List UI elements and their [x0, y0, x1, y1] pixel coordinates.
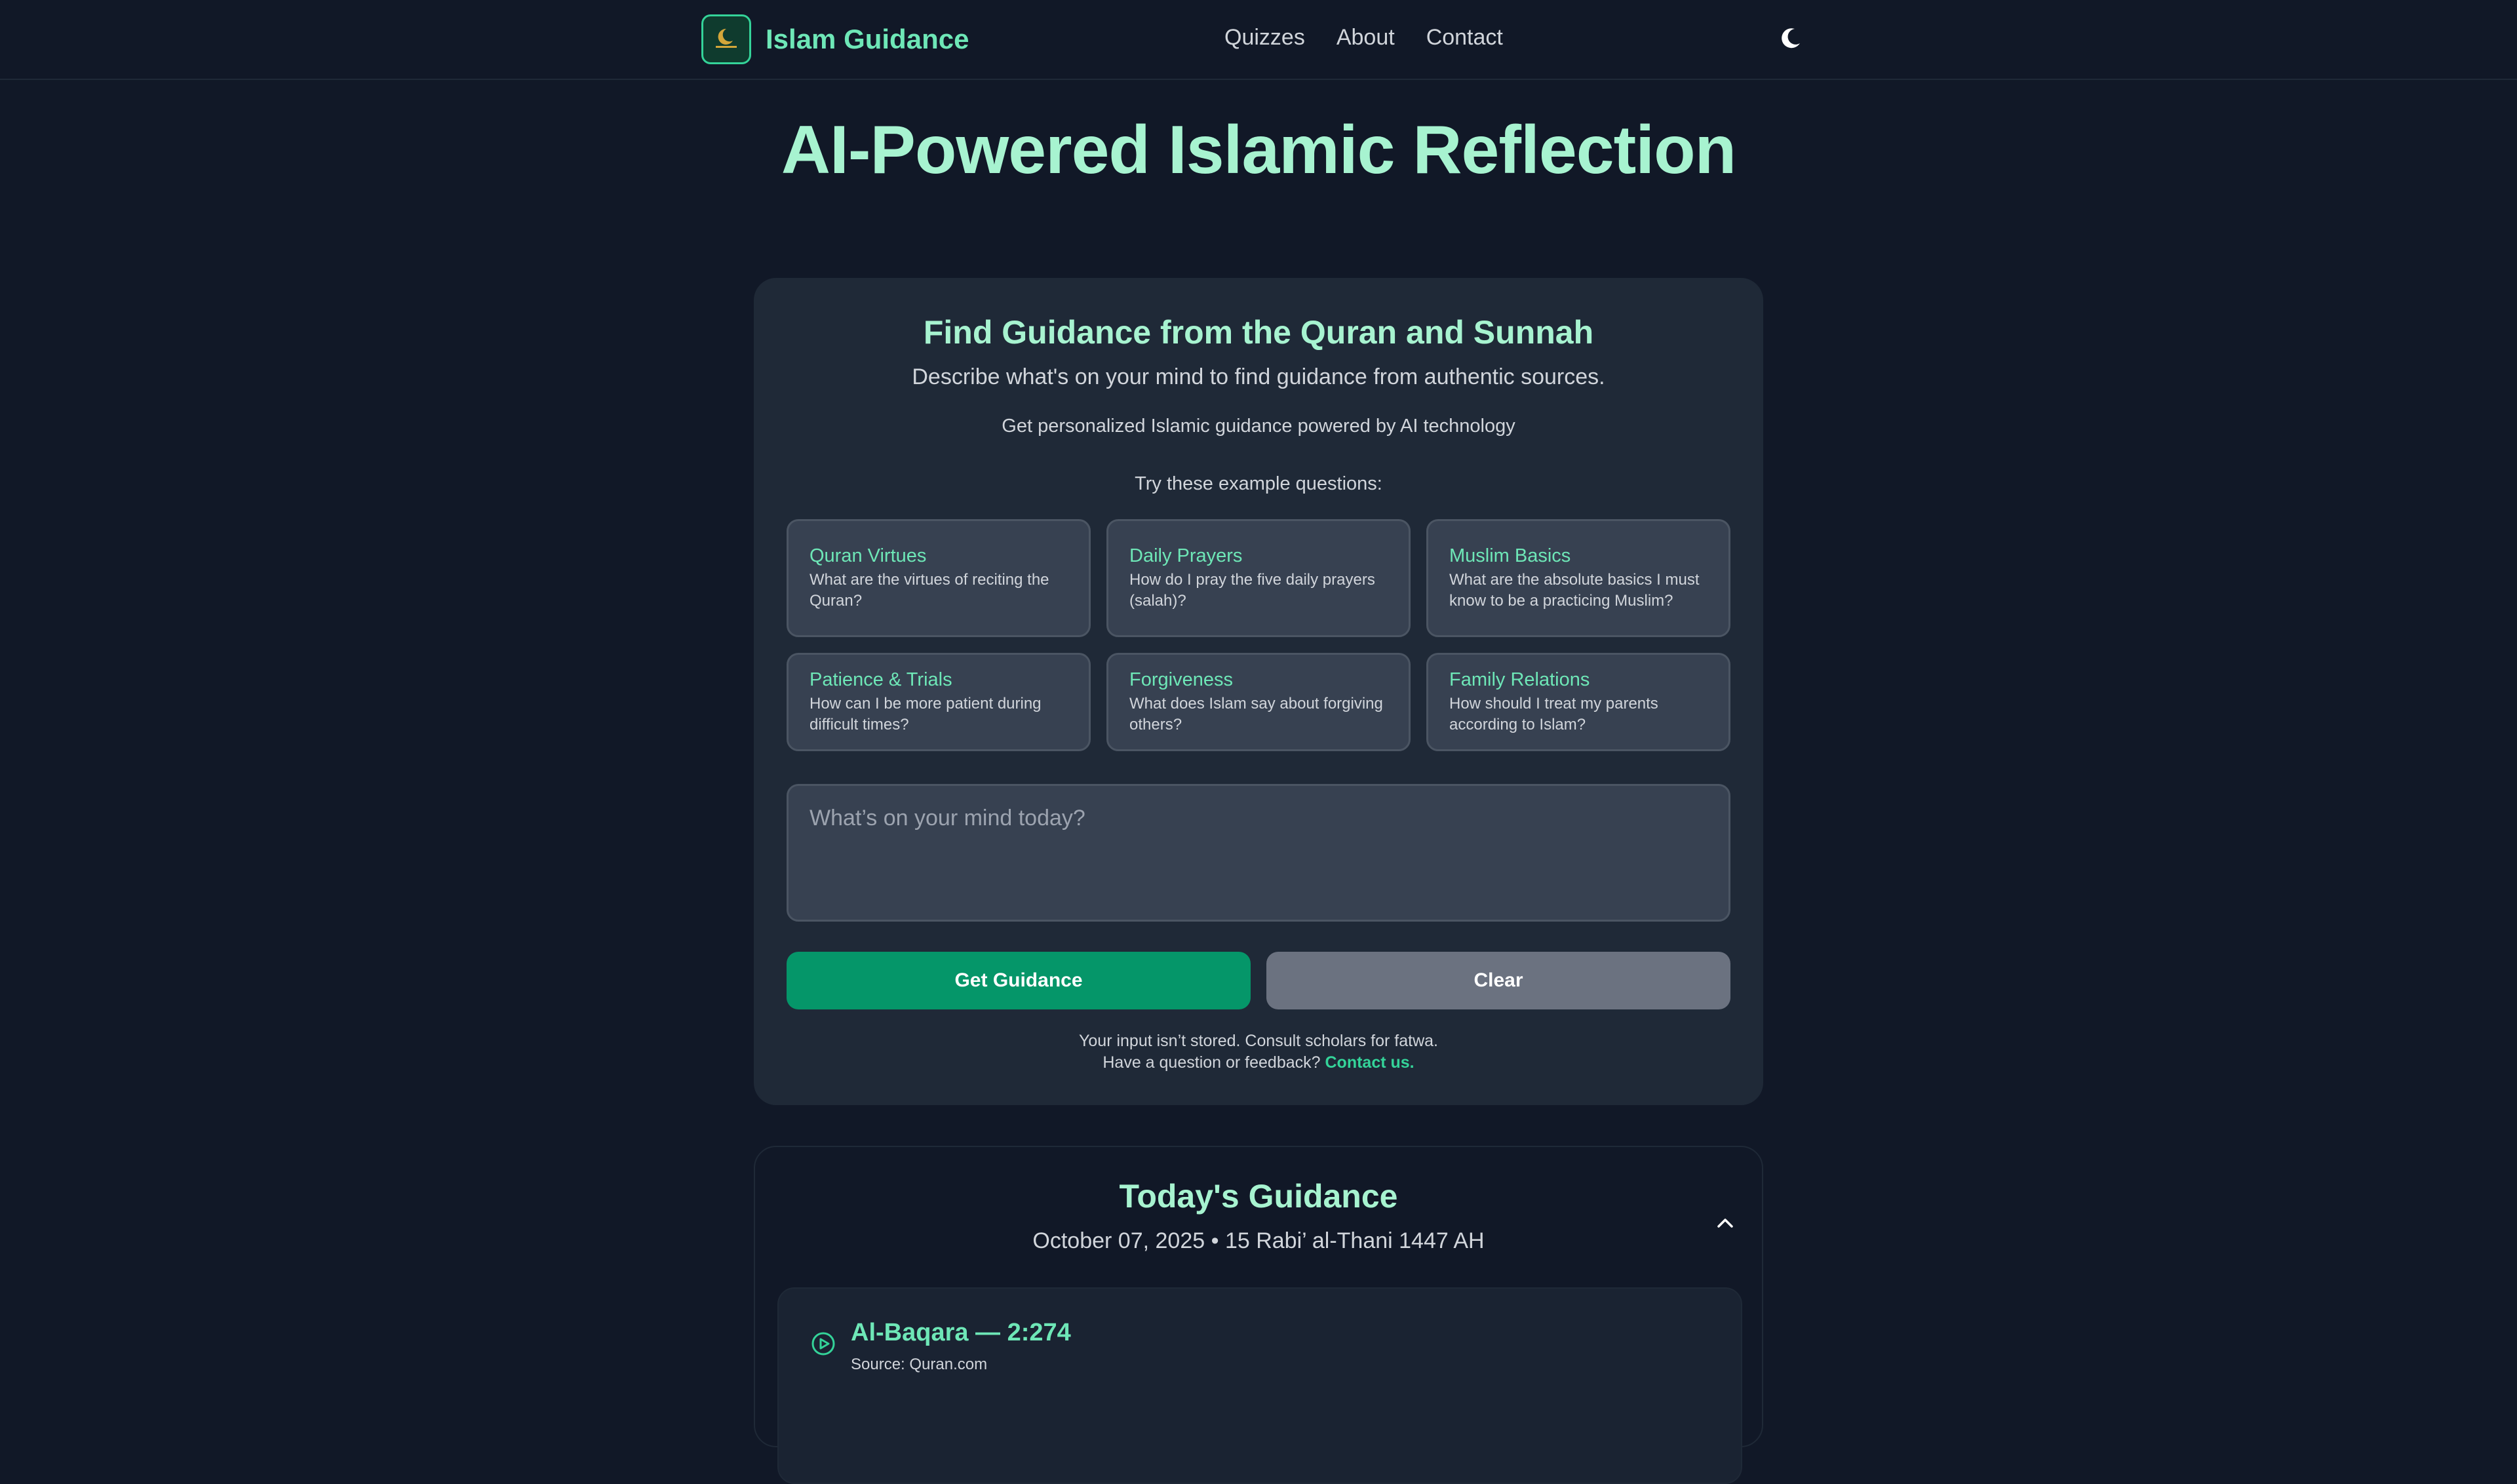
feedback-text: Have a question or feedback? — [1102, 1053, 1321, 1072]
nav-links: Quizzes About Contact — [1224, 25, 1503, 50]
example-forgiveness[interactable]: Forgiveness What does Islam say about fo… — [1106, 653, 1411, 751]
moon-icon[interactable] — [1778, 25, 1804, 51]
example-title: Daily Prayers — [1129, 545, 1243, 566]
example-desc: What are the virtues of reciting the Qur… — [810, 570, 1049, 610]
verse-source: Source: Quran.com — [851, 1356, 988, 1373]
example-patience-trials[interactable]: Patience & Trials How can I be more pati… — [787, 653, 1091, 751]
play-icon[interactable] — [810, 1331, 836, 1357]
verse-card: Al-Baqara — 2:274 Source: Quran.com — [777, 1287, 1742, 1484]
chevron-up-icon[interactable] — [1712, 1210, 1738, 1236]
todays-guidance-title: Today's Guidance — [1119, 1178, 1398, 1215]
example-family-relations[interactable]: Family Relations How should I treat my p… — [1426, 653, 1730, 751]
top-nav: Islam Guidance Quizzes About Contact — [0, 0, 2517, 80]
guidance-card: Find Guidance from the Quran and Sunnah … — [754, 278, 1763, 1105]
question-input[interactable] — [787, 784, 1730, 922]
example-desc: What does Islam say about forgiving othe… — [1129, 694, 1383, 733]
page-title: AI-Powered Islamic Reflection — [781, 112, 1736, 188]
example-title: Forgiveness — [1129, 669, 1233, 690]
example-muslim-basics[interactable]: Muslim Basics What are the absolute basi… — [1426, 519, 1730, 637]
privacy-note-line: Your input isn’t stored. Consult scholar… — [1079, 1032, 1438, 1050]
card-title: Find Guidance from the Quran and Sunnah — [923, 314, 1594, 351]
example-title: Quran Virtues — [810, 545, 927, 566]
nav-link-contact[interactable]: Contact — [1426, 25, 1503, 50]
brand[interactable]: Islam Guidance — [701, 14, 969, 64]
feedback-line: Have a question or feedback? Contact us. — [754, 1052, 1763, 1074]
example-title: Family Relations — [1449, 669, 1590, 690]
card-subtitle-ai: Get personalized Islamic guidance powere… — [1002, 416, 1515, 437]
todays-guidance-section: Today's Guidance October 07, 2025 • 15 R… — [754, 1146, 1763, 1484]
example-quran-virtues[interactable]: Quran Virtues What are the virtues of re… — [787, 519, 1091, 637]
example-daily-prayers[interactable]: Daily Prayers How do I pray the five dai… — [1106, 519, 1411, 637]
logo-icon — [701, 14, 751, 64]
verse-reference: Al-Baqara — 2:274 — [851, 1319, 1071, 1346]
example-title: Patience & Trials — [810, 669, 952, 690]
examples-heading: Try these example questions: — [1135, 473, 1382, 494]
example-desc: How should I treat my parents according … — [1449, 694, 1658, 733]
example-desc: What are the absolute basics I must know… — [1449, 570, 1700, 610]
todays-guidance-date: October 07, 2025 • 15 Rabi’ al-Thani 144… — [1032, 1228, 1485, 1253]
clear-button[interactable]: Clear — [1266, 952, 1730, 1009]
contact-us-link[interactable]: Contact us. — [1325, 1053, 1415, 1072]
nav-link-quizzes[interactable]: Quizzes — [1224, 25, 1305, 50]
card-subtitle: Describe what's on your mind to find gui… — [912, 364, 1605, 389]
example-questions: Quran Virtues What are the virtues of re… — [787, 519, 1730, 751]
privacy-note: Your input isn’t stored. Consult scholar… — [754, 1030, 1763, 1074]
nav-link-about[interactable]: About — [1337, 25, 1395, 50]
example-desc: How do I pray the five daily prayers (sa… — [1129, 570, 1375, 610]
example-title: Muslim Basics — [1449, 545, 1571, 566]
brand-name: Islam Guidance — [766, 24, 969, 54]
example-desc: How can I be more patient during difficu… — [810, 694, 1042, 733]
get-guidance-button[interactable]: Get Guidance — [787, 952, 1251, 1009]
